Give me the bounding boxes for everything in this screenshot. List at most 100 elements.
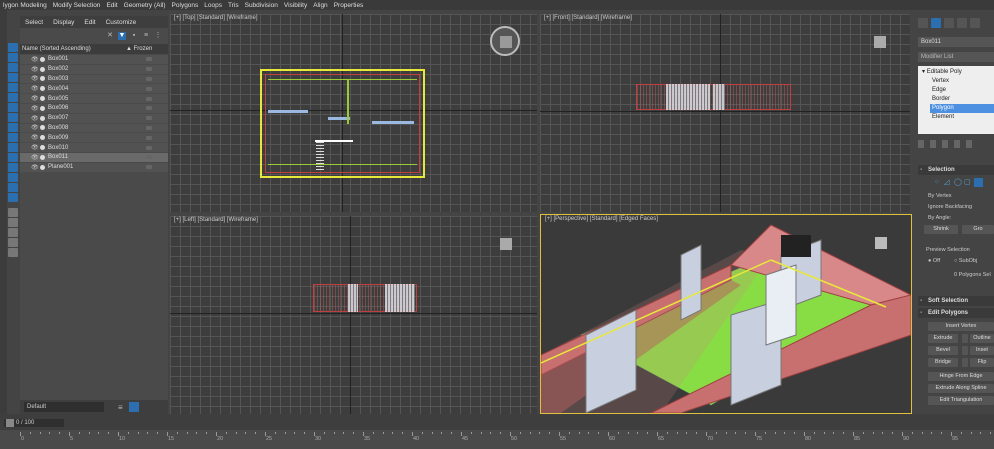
ribbon-tab[interactable]: Polygons (169, 2, 202, 9)
ribbon-tab[interactable]: Align (310, 2, 330, 9)
border-mode-icon[interactable]: ◯ (954, 178, 962, 186)
frozen-toggle-icon[interactable] (146, 145, 152, 150)
frozen-toggle-icon[interactable] (146, 135, 152, 140)
viewcube-icon[interactable] (500, 238, 512, 250)
object-name-field[interactable]: Box011 (918, 37, 994, 47)
stack-element[interactable]: Element (918, 113, 994, 122)
lock-icon[interactable] (8, 218, 18, 227)
frozen-toggle-icon[interactable] (146, 165, 152, 170)
ribbon-tab[interactable]: Tris (225, 2, 242, 9)
sync-selection-icon[interactable] (8, 208, 18, 217)
display-invert-icon[interactable] (8, 193, 18, 202)
display-bones-icon[interactable] (8, 133, 18, 142)
hierarchy-tab-icon[interactable] (944, 18, 954, 28)
selection-rollout-header[interactable]: Selection (918, 165, 994, 175)
visibility-eye-icon[interactable]: 👁 (31, 75, 39, 82)
frozen-toggle-icon[interactable] (146, 106, 152, 111)
menu-select[interactable]: Select (20, 19, 48, 26)
ignore-backfacing-checkbox[interactable]: Ignore Backfacing (928, 204, 972, 210)
display-helpers-icon[interactable] (8, 93, 18, 102)
render-dot-icon[interactable] (40, 115, 45, 121)
viewcube-icon[interactable] (874, 36, 886, 48)
display-spacewarps-icon[interactable] (8, 103, 18, 112)
layers-icon[interactable]: ≡ (142, 32, 150, 40)
edit-polygons-rollout-header[interactable]: Edit Polygons (918, 308, 994, 318)
display-cameras-icon[interactable] (8, 83, 18, 92)
bevel-settings-icon[interactable] (962, 346, 968, 355)
visibility-eye-icon[interactable]: 👁 (31, 124, 39, 131)
ribbon-tab[interactable]: Subdivision (242, 2, 281, 9)
create-tab-icon[interactable] (918, 18, 928, 28)
list-item[interactable]: 👁 Box002 (20, 64, 168, 75)
bevel-button[interactable]: Bevel (928, 346, 958, 355)
element-mode-icon[interactable] (974, 178, 983, 187)
modifier-list-dropdown[interactable]: Modifier List (918, 52, 994, 62)
render-dot-icon[interactable] (40, 105, 45, 111)
edit-triangulation-button[interactable]: Edit Triangulation (928, 396, 994, 405)
viewport-front[interactable]: [+] [Front] [Standard] [Wireframe] (540, 14, 910, 212)
visibility-eye-icon[interactable]: 👁 (31, 95, 39, 102)
show-end-result-icon[interactable] (930, 140, 936, 148)
close-icon[interactable]: ✕ (106, 32, 114, 40)
vertex-mode-icon[interactable]: ⁘ (934, 178, 942, 186)
extrude-along-spline-button[interactable]: Extrude Along Spline (928, 384, 994, 393)
preview-subobj-radio[interactable]: ○ SubObj (954, 258, 977, 264)
viewport-perspective[interactable]: [+] [Perspective] [Standard] [Edged Face… (540, 214, 912, 414)
list-item[interactable]: 👁 Box005 (20, 94, 168, 104)
viewport-label[interactable]: [+] [Front] [Standard] [Wireframe] (544, 15, 632, 21)
bridge-button[interactable]: Bridge (928, 358, 958, 367)
ribbon-tab[interactable]: Edit (103, 2, 120, 9)
motion-tab-icon[interactable] (957, 18, 967, 28)
render-dot-icon[interactable] (40, 96, 45, 102)
visibility-eye-icon[interactable]: 👁 (31, 85, 39, 92)
viewport-label[interactable]: [+] [Perspective] [Standard] [Edged Face… (545, 216, 658, 222)
viewport-left[interactable]: [+] [Left] [Standard] [Wireframe] (170, 216, 537, 414)
visibility-eye-icon[interactable]: 👁 (31, 144, 39, 151)
display-hidden-icon[interactable] (8, 163, 18, 172)
list-item[interactable]: 👁 Box009 (20, 133, 168, 144)
lock-icon[interactable]: ▪ (130, 32, 138, 40)
ribbon-tab[interactable]: lygon Modeling (0, 2, 50, 9)
remove-modifier-icon[interactable] (954, 140, 960, 148)
display-objects-icon[interactable] (8, 43, 18, 52)
modify-tab-icon[interactable] (931, 18, 941, 28)
configure-sets-icon[interactable] (966, 140, 972, 148)
menu-display[interactable]: Display (48, 19, 79, 26)
edge-mode-icon[interactable]: ◿ (944, 178, 952, 186)
ribbon-tab[interactable]: Loops (201, 2, 225, 9)
by-angle-checkbox[interactable]: By Angle: (928, 215, 951, 221)
outline-button[interactable]: Outline (970, 334, 994, 343)
flip-button[interactable]: Flip (970, 358, 994, 367)
visibility-eye-icon[interactable]: 👁 (31, 56, 39, 63)
ribbon-tab[interactable]: Properties (331, 2, 367, 9)
options-icon[interactable]: ⋮ (154, 32, 162, 40)
filter-icon[interactable]: ▼ (118, 32, 126, 40)
visibility-eye-icon[interactable]: 👁 (31, 105, 39, 112)
ribbon-tab[interactable]: Modify Selection (50, 2, 104, 9)
insert-vertex-button[interactable]: Insert Vertex (928, 322, 994, 331)
display-tab-icon[interactable] (970, 18, 980, 28)
display-xrefs-icon[interactable] (8, 123, 18, 132)
time-slider-handle[interactable] (6, 419, 14, 427)
polygon-mode-icon[interactable]: ▢ (964, 178, 972, 186)
list-item[interactable]: 👁 Plane001 (20, 162, 168, 173)
soft-selection-rollout-header[interactable]: Soft Selection (918, 296, 994, 306)
list-item[interactable]: 👁 Box006 (20, 103, 168, 114)
visibility-eye-icon[interactable]: 👁 (31, 66, 39, 73)
grow-button[interactable]: Gro (962, 225, 994, 234)
filter-icon[interactable] (8, 248, 18, 257)
menu-edit[interactable]: Edit (79, 19, 100, 26)
frozen-toggle-icon[interactable] (146, 67, 152, 72)
render-dot-icon[interactable] (40, 164, 45, 170)
stack-root[interactable]: ▾ Editable Poly (918, 68, 994, 77)
frozen-toggle-icon[interactable] (146, 155, 152, 160)
frozen-toggle-icon[interactable] (146, 57, 152, 62)
render-dot-icon[interactable] (40, 154, 45, 160)
menu-customize[interactable]: Customize (101, 19, 142, 26)
bridge-settings-icon[interactable] (962, 358, 968, 367)
display-frozen-icon[interactable] (8, 153, 18, 162)
stack-vertex[interactable]: Vertex (918, 77, 994, 86)
render-dot-icon[interactable] (40, 56, 45, 62)
frozen-toggle-icon[interactable] (146, 116, 152, 121)
render-dot-icon[interactable] (40, 66, 45, 72)
